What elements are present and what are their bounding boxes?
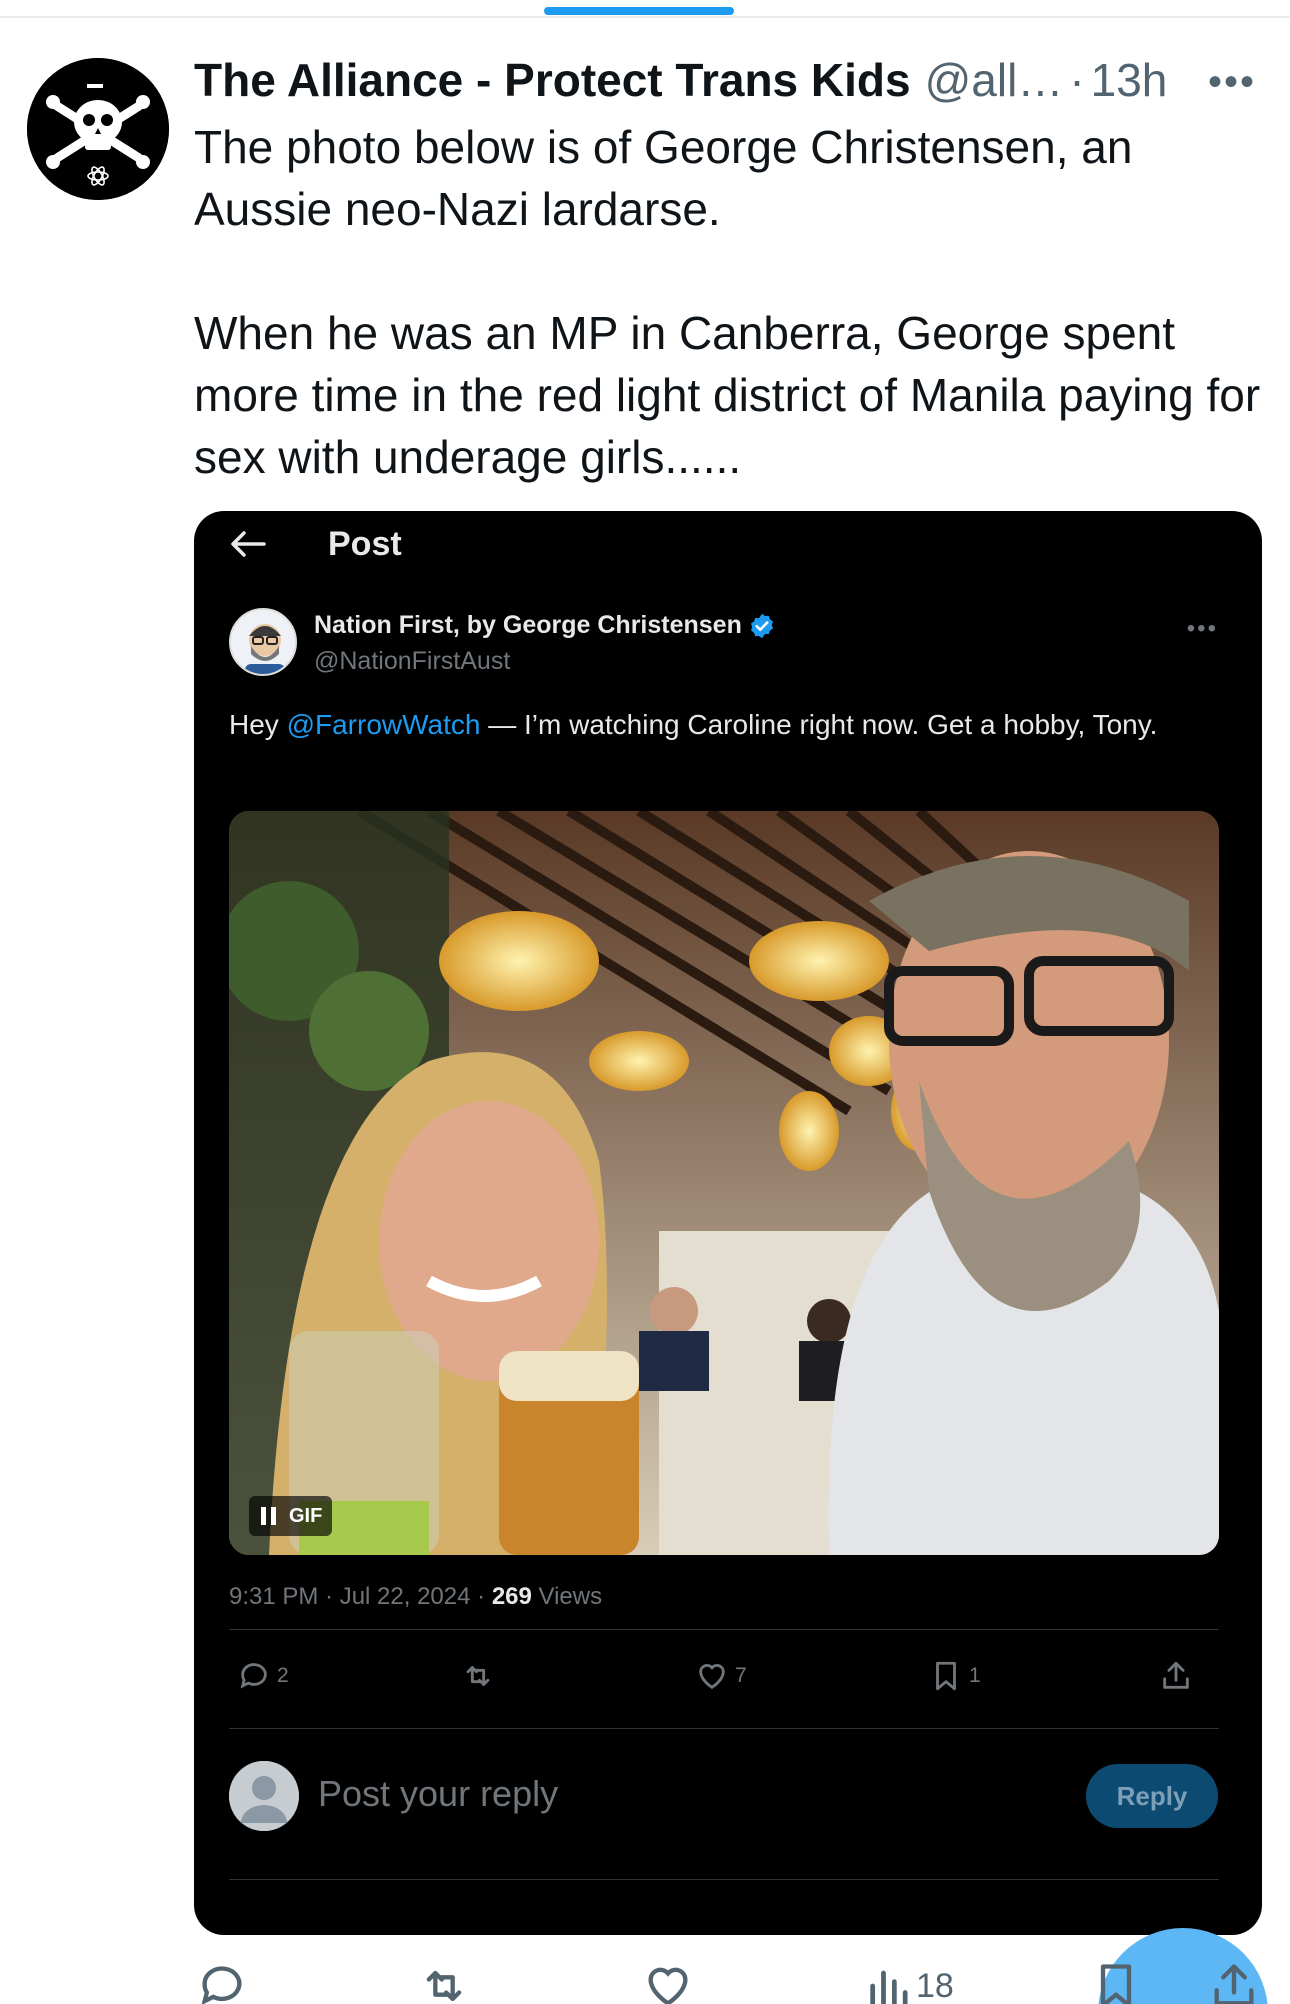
reply-action[interactable] [196,1960,248,2004]
tweet-action-bar: 18 [0,1950,1290,2004]
views-label: Views [531,1583,603,1610]
tweet-paragraph: When he was an MP in Canberra, George sp… [194,307,1261,483]
inner-more-icon: ••• [1186,615,1218,642]
tweet-header: The Alliance - Protect Trans Kids @all… … [194,50,1264,110]
inner-text-suffix: — I’m watching Caroline right now. Get a… [480,709,1158,740]
heart-icon [699,1664,725,1690]
inner-tweet-text: Hey @FarrowWatch — I’m watching Caroline… [229,704,1189,746]
top-divider [0,16,1290,18]
views-count: 269 [491,1583,532,1610]
like-count: 7 [735,1664,747,1687]
like-action[interactable] [642,1960,694,2004]
inner-like-action: 7 [695,1659,747,1693]
bookmark-count: 1 [969,1664,981,1687]
verified-badge-icon [750,613,773,638]
back-arrow-icon [231,531,266,557]
skull-crossbones-icon [27,58,169,200]
divider [229,1629,1219,1630]
embed-header: Post [194,511,1262,575]
bookmark-icon [936,1661,956,1691]
repost-icon [466,1666,490,1686]
reply-input-placeholder: Post your reply [318,1773,559,1814]
views-count: 18 [916,1966,954,2004]
inner-text-prefix: Hey [229,709,287,740]
more-options-button[interactable]: ••• [1208,60,1256,105]
author-avatar[interactable] [27,58,169,200]
author-name[interactable]: The Alliance - Protect Trans Kids [194,53,911,107]
reply-count: 2 [277,1664,289,1687]
gif-photo: GIF [229,811,1219,1555]
bookmark-icon [1100,1964,1132,2004]
inner-author-handle: @NationFirstAust [314,647,511,675]
pause-icon [257,1505,279,1527]
divider [229,1728,1219,1729]
inner-author-avatar [229,608,297,676]
inner-action-bar: 2 7 1 [229,1641,1219,1711]
repost-action[interactable] [418,1960,470,2004]
inner-share-action [1159,1659,1199,1693]
post-meta: 9:31 PM · Jul 22, 2024 · 269 Views [229,1583,602,1611]
inner-bookmark-action: 1 [929,1659,981,1693]
share-icon [1163,1661,1189,1689]
share-action[interactable] [1208,1960,1260,2004]
embed-header-title: Post [328,525,402,563]
separator: · [1069,54,1085,106]
author-handle[interactable]: @all… [925,53,1064,107]
bookmark-action[interactable] [1090,1960,1142,2004]
heart-icon [648,1967,688,2004]
gif-label: GIF [289,1504,323,1527]
inner-reply-action: 2 [237,1659,289,1693]
repost-icon [426,1970,462,2002]
inner-author-name: Nation First, by George Christensen [314,611,742,639]
views-action[interactable]: 18 [864,1960,954,2004]
reply-button: Reply [1086,1764,1218,1828]
divider [229,1879,1219,1880]
timestamp[interactable]: 13h [1091,53,1168,107]
tweet-paragraph: The photo below is of George Christensen… [194,121,1133,235]
inner-author-name-row: Nation First, by George Christensen [314,611,776,640]
inner-mention: @FarrowWatch [286,709,481,740]
gif-badge[interactable]: GIF [249,1496,333,1536]
share-icon [1214,1964,1254,2004]
inner-repost-action [461,1659,501,1693]
reply-user-avatar [229,1761,299,1831]
tweet-text: The photo below is of George Christensen… [194,116,1264,488]
analytics-icon [870,1970,908,2004]
reply-icon [240,1663,267,1689]
embedded-post-screenshot[interactable]: Post Nation First, by George Christensen… [194,511,1262,1935]
post-datetime: 9:31 PM · Jul 22, 2024 · [229,1583,492,1610]
reply-icon [201,1966,242,2004]
active-tab-indicator [544,7,734,15]
